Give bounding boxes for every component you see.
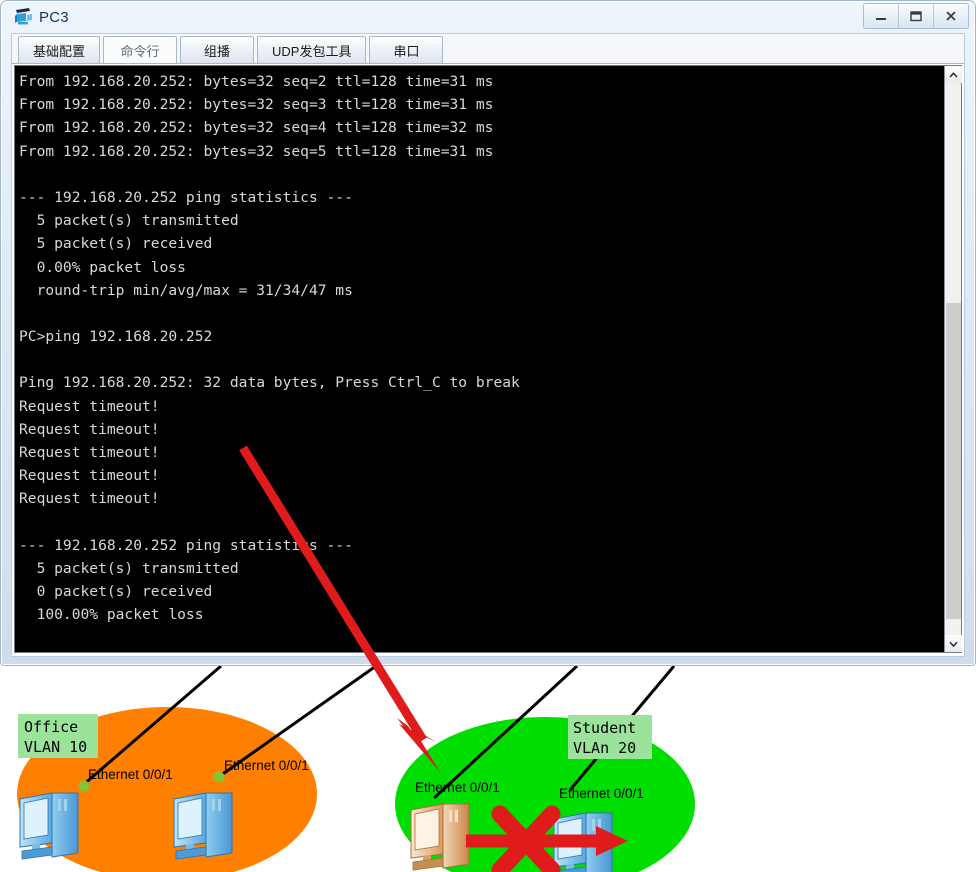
iface-label-pc4: Ethernet 0/0/1 [559, 786, 644, 801]
maximize-icon [910, 11, 922, 22]
terminal-line: Request timeout! [19, 397, 160, 415]
pc-device-icon [13, 7, 35, 27]
tab-label: 串口 [393, 43, 420, 59]
close-button[interactable] [934, 4, 968, 28]
student-label-line2: VLAn 20 [573, 739, 636, 757]
minimize-button[interactable] [864, 4, 899, 28]
tab-multicast[interactable]: 组播 [180, 36, 255, 63]
terminal-output[interactable]: From 192.168.20.252: bytes=32 seq=2 ttl=… [15, 66, 944, 652]
chevron-up-icon [949, 71, 958, 78]
tab-basic-config[interactable]: 基础配置 [18, 36, 101, 63]
iface-label-pc1: Ethernet 0/0/1 [224, 758, 309, 773]
terminal-line: From 192.168.20.252: bytes=32 seq=2 ttl=… [19, 73, 494, 90]
close-icon [946, 11, 956, 21]
port-dot-pc1 [213, 771, 225, 783]
maximize-button[interactable] [899, 4, 934, 28]
terminal-line: 5 packet(s) transmitted [19, 559, 239, 577]
title-bar[interactable]: PC3 [1, 1, 975, 33]
minimize-icon [876, 18, 886, 20]
terminal-line: 5 packet(s) transmitted [19, 212, 239, 230]
scroll-down-button[interactable] [945, 635, 962, 652]
iface-label-pc3: Ethernet 0/0/1 [415, 780, 500, 795]
terminal-wrapper: From 192.168.20.252: bytes=32 seq=2 ttl=… [14, 65, 962, 653]
terminal-line: PC>ping 192.168.20.252 [19, 328, 213, 346]
window-controls [863, 3, 969, 29]
terminal-line: Request timeout! [19, 490, 160, 508]
terminal-line: From 192.168.20.252: bytes=32 seq=5 ttl=… [19, 142, 494, 160]
scrollbar-thumb[interactable] [946, 303, 961, 619]
office-label-line1: Office [24, 718, 78, 736]
tab-serial-port[interactable]: 串口 [369, 36, 444, 63]
zone-label-office: Office VLAN 10 [18, 714, 98, 758]
tab-label: 组播 [204, 43, 231, 59]
zone-label-student: Student VLAn 20 [568, 715, 652, 759]
terminal-line: From 192.168.20.252: bytes=32 seq=3 ttl=… [19, 96, 494, 114]
port-dot-pc2 [78, 780, 90, 792]
chevron-down-icon [949, 641, 958, 647]
terminal-line: 5 packet(s) received [19, 235, 213, 253]
terminal-line: Request timeout! [19, 444, 160, 461]
terminal-line: 100.00% packet loss [19, 606, 204, 624]
student-label-line1: Student [573, 719, 636, 737]
tab-label: UDP发包工具 [272, 43, 352, 59]
pc3-window: PC3 基础配置 命令行 组播 UDP发包工具 串口 From 192.168.… [0, 0, 976, 666]
terminal-line: --- 192.168.20.252 ping statistics --- [19, 536, 353, 554]
terminal-line: Ping 192.168.20.252: 32 data bytes, Pres… [19, 374, 520, 392]
window-title: PC3 [39, 8, 69, 26]
scroll-up-button[interactable] [945, 66, 962, 83]
network-topology-diagram: Office VLAN 10 Student VLAn 20 Ethernet … [0, 666, 976, 872]
terminal-line: From 192.168.20.252: bytes=32 seq=4 ttl=… [19, 119, 494, 137]
terminal-line: PC> [19, 650, 944, 652]
iface-label-pc2: Ethernet 0/0/1 [88, 767, 173, 782]
terminal-line: round-trip min/avg/max = 31/34/47 ms [19, 281, 353, 299]
content-panel: 基础配置 命令行 组播 UDP发包工具 串口 From 192.168.20.2… [11, 33, 965, 657]
terminal-line: Request timeout! [19, 467, 160, 485]
host-pc2[interactable]: PC2 [19, 792, 79, 872]
office-label-line2: VLAN 10 [24, 738, 87, 756]
terminal-line: 0 packet(s) received [19, 583, 213, 601]
terminal-line: 0.00% packet loss [19, 258, 186, 276]
tab-label: 基础配置 [33, 43, 86, 59]
terminal-line: Request timeout! [19, 420, 160, 438]
terminal-scrollbar[interactable] [944, 66, 962, 652]
tab-strip: 基础配置 命令行 组播 UDP发包工具 串口 [12, 34, 964, 64]
terminal-line: --- 192.168.20.252 ping statistics --- [19, 188, 353, 206]
tab-label: 命令行 [120, 43, 160, 59]
host-pc3[interactable]: PC3 [410, 803, 470, 872]
tab-command-line[interactable]: 命令行 [103, 36, 178, 63]
tab-udp-tool[interactable]: UDP发包工具 [257, 36, 367, 63]
